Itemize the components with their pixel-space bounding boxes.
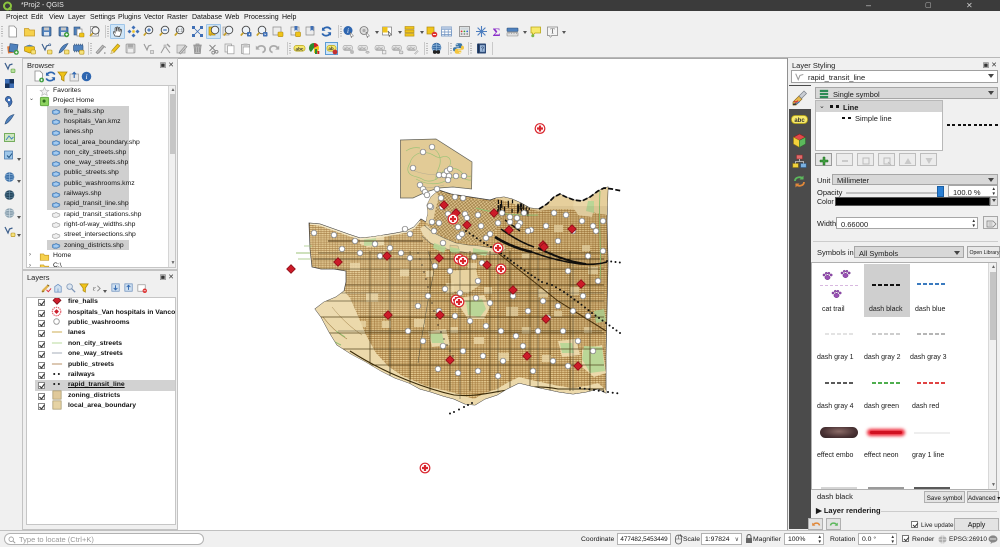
svg-text:abc: abc bbox=[794, 118, 805, 124]
svg-text:ab: ab bbox=[328, 46, 334, 51]
svg-text:Σ: Σ bbox=[493, 25, 501, 38]
svg-text:abc: abc bbox=[296, 46, 304, 51]
svg-text:abc: abc bbox=[376, 46, 384, 51]
svg-text:abc: abc bbox=[408, 46, 416, 51]
svg-text:abc: abc bbox=[359, 46, 367, 51]
svg-text:i: i bbox=[347, 27, 349, 35]
svg-text:1:1: 1:1 bbox=[177, 28, 184, 33]
svg-text:i: i bbox=[85, 72, 87, 81]
svg-text:abc: abc bbox=[393, 46, 401, 51]
svg-text:abc: abc bbox=[344, 46, 352, 51]
svg-text:T: T bbox=[550, 27, 555, 36]
svg-text:ε: ε bbox=[93, 283, 96, 292]
